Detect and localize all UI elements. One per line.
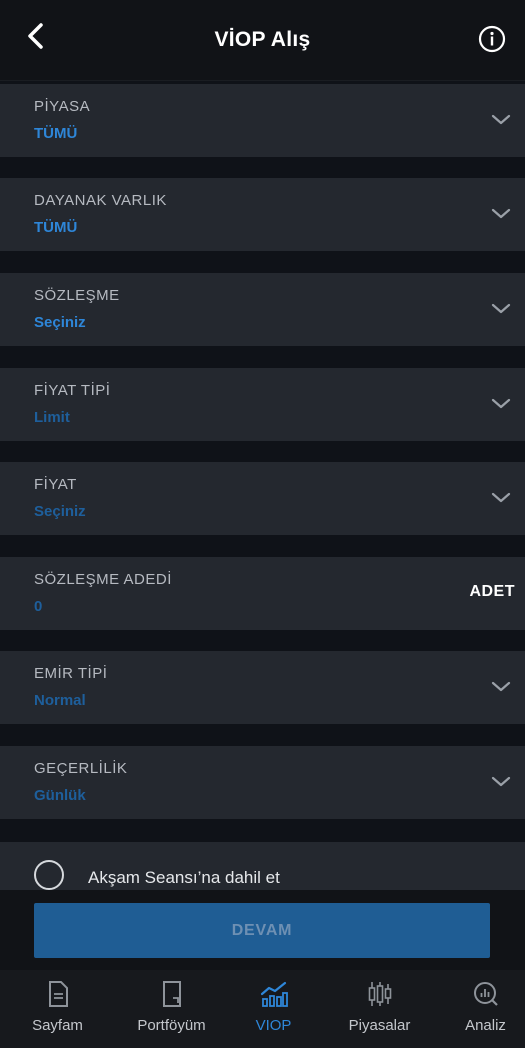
- chevron-down-icon: [491, 681, 511, 692]
- analysis-icon: [473, 982, 498, 1006]
- field-label: SÖZLEŞME: [34, 287, 120, 304]
- contract-select[interactable]: SÖZLEŞME Seçiniz: [0, 273, 525, 346]
- tab-sayfam[interactable]: Sayfam: [5, 970, 110, 1048]
- tab-portfoyum[interactable]: Portföyüm: [119, 970, 224, 1048]
- field-label: EMİR TİPİ: [34, 665, 108, 682]
- candlestick-icon: [368, 982, 391, 1006]
- price-type-select[interactable]: FİYAT TİPİ Limit: [0, 368, 525, 441]
- field-value[interactable]: 0: [34, 598, 42, 615]
- contract-quantity-input[interactable]: SÖZLEŞME ADEDİ 0 ADET: [0, 557, 525, 630]
- chevron-down-icon: [491, 776, 511, 787]
- tab-label: Portföyüm: [137, 1017, 206, 1034]
- field-label: FİYAT: [34, 476, 77, 493]
- tab-label: Piyasalar: [348, 1017, 411, 1034]
- field-label: FİYAT TİPİ: [34, 382, 111, 399]
- field-value: TÜMÜ: [34, 125, 78, 142]
- chevron-down-icon: [491, 398, 511, 409]
- evening-session-radio[interactable]: [34, 860, 64, 890]
- chevron-down-icon: [491, 492, 511, 503]
- underlying-asset-select[interactable]: DAYANAK VARLIK TÜMÜ: [0, 178, 525, 251]
- quantity-unit-label: ADET: [469, 583, 515, 600]
- viop-chart-icon: [260, 981, 288, 1007]
- evening-session-option[interactable]: Akşam Seansı’na dahil et: [0, 842, 525, 890]
- chevron-down-icon: [491, 208, 511, 219]
- evening-session-label: Akşam Seansı’na dahil et: [88, 868, 280, 887]
- tab-label: Sayfam: [32, 1017, 83, 1034]
- info-icon[interactable]: [477, 24, 507, 54]
- field-value: Limit: [34, 409, 70, 426]
- price-select[interactable]: FİYAT Seçiniz: [0, 462, 525, 535]
- field-value: Günlük: [34, 787, 86, 804]
- portfolio-icon: [162, 981, 181, 1007]
- tab-viop[interactable]: VIOP: [221, 970, 326, 1048]
- tab-label: VIOP: [255, 1017, 292, 1034]
- field-value: Seçiniz: [34, 314, 86, 331]
- field-label: GEÇERLİLİK: [34, 760, 128, 777]
- tab-piyasalar[interactable]: Piyasalar: [327, 970, 432, 1048]
- field-label: SÖZLEŞME ADEDİ: [34, 571, 172, 588]
- bottom-tab-bar: Sayfam Portföyüm VIOP Piyasalar Analiz: [0, 970, 525, 1048]
- field-label: DAYANAK VARLIK: [34, 192, 167, 209]
- back-arrow-icon[interactable]: [20, 20, 52, 52]
- tab-analiz[interactable]: Analiz: [433, 970, 525, 1048]
- field-value: Seçiniz: [34, 503, 86, 520]
- validity-select[interactable]: GEÇERLİLİK Günlük: [0, 746, 525, 819]
- header-bar: VİOP Alış: [0, 0, 525, 81]
- market-select[interactable]: PİYASA TÜMÜ: [0, 84, 525, 157]
- document-icon: [48, 981, 68, 1007]
- field-value: TÜMÜ: [34, 219, 78, 236]
- page-title: VİOP Alış: [214, 28, 311, 51]
- chevron-down-icon: [491, 114, 511, 125]
- field-label: PİYASA: [34, 98, 91, 115]
- tab-label: Analiz: [465, 1017, 506, 1034]
- field-value: Normal: [34, 692, 86, 709]
- order-type-select[interactable]: EMİR TİPİ Normal: [0, 651, 525, 724]
- continue-button[interactable]: DEVAM: [34, 903, 490, 958]
- chevron-down-icon: [491, 303, 511, 314]
